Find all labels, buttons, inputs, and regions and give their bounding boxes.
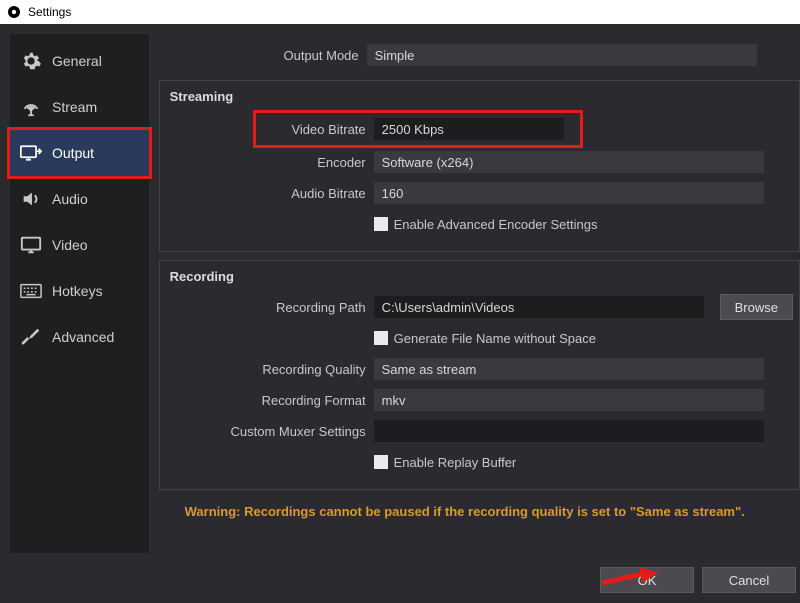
video-bitrate-input[interactable]: 2500 Kbps (374, 118, 564, 140)
cancel-label: Cancel (729, 573, 769, 588)
enable-adv-row: Enable Advanced Encoder Settings (166, 210, 793, 238)
output-mode-select[interactable]: Simple (367, 44, 757, 66)
gear-icon (20, 50, 42, 72)
audio-bitrate-value: 160 (382, 186, 404, 201)
ok-label: OK (638, 573, 657, 588)
keyboard-icon (20, 280, 42, 302)
recording-path-row: Recording Path C:\Users\admin\Videos Bro… (166, 293, 793, 321)
sidebar-item-output[interactable]: Output (10, 130, 149, 176)
sidebar-item-general[interactable]: General (10, 38, 149, 84)
enable-adv-checkbox[interactable]: Enable Advanced Encoder Settings (374, 217, 598, 232)
settings-sidebar: General Stream Output Audio Video (10, 34, 149, 553)
encoder-row: Encoder Software (x264) (166, 148, 793, 176)
tools-icon (20, 326, 42, 348)
cancel-button[interactable]: Cancel (702, 567, 796, 593)
replay-row: Enable Replay Buffer (166, 448, 793, 476)
output-mode-label: Output Mode (159, 48, 367, 63)
recording-quality-label: Recording Quality (166, 362, 374, 377)
encoder-select[interactable]: Software (x264) (374, 151, 764, 173)
audio-bitrate-row: Audio Bitrate 160 (166, 179, 793, 207)
recording-group: Recording Recording Path C:\Users\admin\… (159, 260, 800, 490)
recording-format-value: mkv (382, 393, 406, 408)
gen-no-space-checkbox[interactable]: Generate File Name without Space (374, 331, 596, 346)
streaming-title: Streaming (166, 87, 793, 110)
muxer-input[interactable] (374, 420, 764, 442)
sidebar-item-audio[interactable]: Audio (10, 176, 149, 222)
checkbox-box (374, 217, 388, 231)
recording-title: Recording (166, 267, 793, 290)
sidebar-item-stream[interactable]: Stream (10, 84, 149, 130)
sidebar-item-label: Stream (52, 99, 97, 115)
ok-button[interactable]: OK (600, 567, 694, 593)
checkbox-box (374, 331, 388, 345)
browse-label: Browse (735, 300, 778, 315)
audio-bitrate-select[interactable]: 160 (374, 182, 764, 204)
sidebar-item-advanced[interactable]: Advanced (10, 314, 149, 360)
gen-no-space-row: Generate File Name without Space (166, 324, 793, 352)
sidebar-item-video[interactable]: Video (10, 222, 149, 268)
browse-button[interactable]: Browse (720, 294, 793, 320)
warning-text: Warning: Recordings cannot be paused if … (159, 490, 800, 523)
muxer-label: Custom Muxer Settings (166, 424, 374, 439)
output-mode-value: Simple (375, 48, 415, 63)
sidebar-item-label: Video (52, 237, 88, 253)
replay-checkbox[interactable]: Enable Replay Buffer (374, 455, 517, 470)
output-mode-row: Output Mode Simple (159, 41, 800, 69)
sidebar-item-label: Hotkeys (52, 283, 103, 299)
video-bitrate-value: 2500 Kbps (382, 122, 444, 137)
broadcast-icon (20, 96, 42, 118)
title-bar: Settings (0, 0, 800, 24)
recording-format-select[interactable]: mkv (374, 389, 764, 411)
checkbox-box (374, 455, 388, 469)
encoder-value: Software (x264) (382, 155, 474, 170)
app-icon (6, 4, 22, 20)
recording-quality-select[interactable]: Same as stream (374, 358, 764, 380)
recording-path-label: Recording Path (166, 300, 374, 315)
recording-path-input[interactable]: C:\Users\admin\Videos (374, 296, 704, 318)
video-bitrate-row: Video Bitrate 2500 Kbps (256, 113, 580, 145)
recording-format-row: Recording Format mkv (166, 386, 793, 414)
dialog-footer: OK Cancel (600, 567, 800, 593)
streaming-group: Streaming Video Bitrate 2500 Kbps Encode… (159, 80, 800, 252)
recording-quality-value: Same as stream (382, 362, 477, 377)
settings-content: Output Mode Simple Streaming Video Bitra… (149, 34, 800, 593)
gen-no-space-label: Generate File Name without Space (394, 331, 596, 346)
output-icon (20, 142, 42, 164)
sidebar-item-label: Audio (52, 191, 88, 207)
enable-adv-label: Enable Advanced Encoder Settings (394, 217, 598, 232)
sidebar-item-label: Output (52, 145, 94, 161)
replay-label: Enable Replay Buffer (394, 455, 517, 470)
recording-quality-row: Recording Quality Same as stream (166, 355, 793, 383)
muxer-row: Custom Muxer Settings (166, 417, 793, 445)
recording-path-value: C:\Users\admin\Videos (382, 300, 515, 315)
video-bitrate-label: Video Bitrate (258, 122, 374, 137)
window-title: Settings (28, 5, 71, 19)
monitor-icon (20, 234, 42, 256)
audio-bitrate-label: Audio Bitrate (166, 186, 374, 201)
sidebar-item-label: Advanced (52, 329, 114, 345)
sidebar-item-label: General (52, 53, 102, 69)
encoder-label: Encoder (166, 155, 374, 170)
speaker-icon (20, 188, 42, 210)
recording-format-label: Recording Format (166, 393, 374, 408)
sidebar-item-hotkeys[interactable]: Hotkeys (10, 268, 149, 314)
